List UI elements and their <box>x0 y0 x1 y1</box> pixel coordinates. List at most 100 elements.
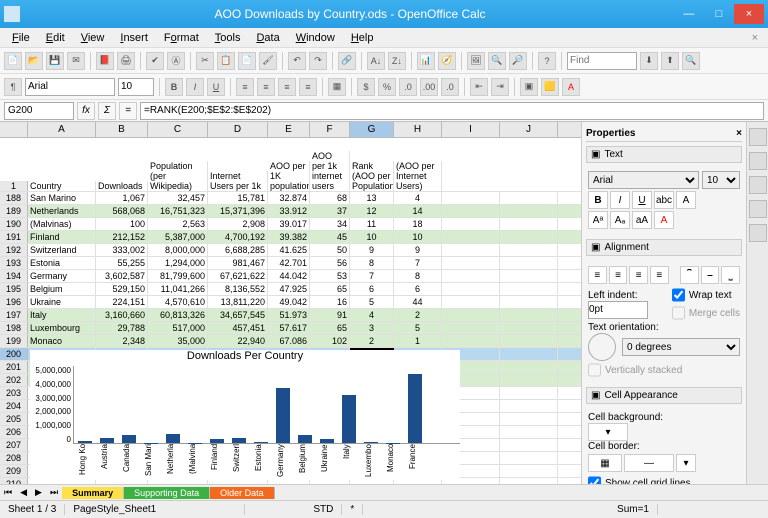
cell-C192[interactable]: 8,000,000 <box>148 244 208 256</box>
cell-G189[interactable]: 12 <box>350 205 394 217</box>
cell-E191[interactable]: 39.382 <box>268 231 310 243</box>
cell-E188[interactable]: 32.874 <box>268 192 310 204</box>
cell-A196[interactable]: Ukraine <box>28 296 96 308</box>
row-header-193[interactable]: 193 <box>0 257 28 269</box>
sum-icon[interactable]: Σ <box>98 102 116 120</box>
cell-B188[interactable]: 1,067 <box>96 192 148 204</box>
cell-B196[interactable]: 224,151 <box>96 296 148 308</box>
panel-strike[interactable]: abc <box>654 191 674 209</box>
tab-nav-first[interactable]: ⏮ <box>0 487 16 498</box>
tab-nav-prev[interactable]: ◀ <box>16 487 31 498</box>
cell-F199[interactable]: 102 <box>310 335 350 347</box>
borders-icon[interactable]: ▣ <box>520 78 538 96</box>
minimize-button[interactable]: — <box>674 4 704 24</box>
panel-case[interactable]: aA <box>632 211 652 229</box>
col-header-B[interactable]: B <box>96 122 148 137</box>
panel-align-left[interactable]: ≡ <box>588 266 607 284</box>
row-header-201[interactable]: 201 <box>0 361 28 373</box>
cell-D198[interactable]: 457,451 <box>208 322 268 334</box>
cell-B199[interactable]: 2,348 <box>96 335 148 347</box>
link-icon[interactable]: 🔗 <box>338 52 356 70</box>
cell-C196[interactable]: 4,570,610 <box>148 296 208 308</box>
cell-J208[interactable] <box>500 452 558 464</box>
cell-D190[interactable]: 2,908 <box>208 218 268 230</box>
row-header-190[interactable]: 190 <box>0 218 28 230</box>
panel-valign-bot[interactable]: ⎵ <box>721 266 740 284</box>
cell-E193[interactable]: 42.701 <box>268 257 310 269</box>
col-header-E[interactable]: E <box>268 122 310 137</box>
cell-D199[interactable]: 22,940 <box>208 335 268 347</box>
spellcheck-icon[interactable]: ✔ <box>146 52 164 70</box>
col-header-C[interactable]: C <box>148 122 208 137</box>
tab-nav-last[interactable]: ⏭ <box>46 487 62 498</box>
cell-I191[interactable] <box>442 231 500 243</box>
col-header-D[interactable]: D <box>208 122 268 137</box>
cell-E198[interactable]: 57.617 <box>268 322 310 334</box>
cell-D194[interactable]: 67,621,622 <box>208 270 268 282</box>
menu-close-doc[interactable]: × <box>746 32 764 44</box>
datasource-icon[interactable]: 🔍 <box>488 52 506 70</box>
function-wizard-icon[interactable]: fx <box>77 102 95 120</box>
cell-E190[interactable]: 39.017 <box>268 218 310 230</box>
cell-H193[interactable]: 7 <box>394 257 442 269</box>
cell-B191[interactable]: 212,152 <box>96 231 148 243</box>
cell-I196[interactable] <box>442 296 500 308</box>
cell-H191[interactable]: 10 <box>394 231 442 243</box>
col-header-I[interactable]: I <box>442 122 500 137</box>
panel-align-right[interactable]: ≡ <box>629 266 648 284</box>
open-icon[interactable]: 📂 <box>25 52 43 70</box>
cell-C194[interactable]: 81,799,600 <box>148 270 208 282</box>
bgcolor-picker[interactable]: ▾ <box>588 423 628 441</box>
cell-C193[interactable]: 1,294,000 <box>148 257 208 269</box>
bgcolor-icon[interactable]: 🟨 <box>541 78 559 96</box>
tab-nav-next[interactable]: ▶ <box>31 487 46 498</box>
cell-J202[interactable] <box>500 374 558 386</box>
cell-G199[interactable]: 2 <box>350 335 394 347</box>
menu-file[interactable]: File <box>4 30 38 46</box>
cell-E196[interactable]: 49.042 <box>268 296 310 308</box>
cell-G194[interactable]: 7 <box>350 270 394 282</box>
cell-J198[interactable] <box>500 322 558 334</box>
row-header-203[interactable]: 203 <box>0 387 28 399</box>
cell-A195[interactable]: Belgium <box>28 283 96 295</box>
cell-B192[interactable]: 333,002 <box>96 244 148 256</box>
cell-F188[interactable]: 68 <box>310 192 350 204</box>
cell-J197[interactable] <box>500 309 558 321</box>
cell-A198[interactable]: Luxembourg <box>28 322 96 334</box>
row-header-204[interactable]: 204 <box>0 400 28 412</box>
find-all-icon[interactable]: 🔍 <box>682 52 700 70</box>
panel-size-select[interactable]: 10 <box>702 171 740 189</box>
cell-J189[interactable] <box>500 205 558 217</box>
cell-J194[interactable] <box>500 270 558 282</box>
cell-E189[interactable]: 33.912 <box>268 205 310 217</box>
cell-A194[interactable]: Germany <box>28 270 96 282</box>
cell-H190[interactable]: 18 <box>394 218 442 230</box>
align-right-icon[interactable]: ≡ <box>278 78 296 96</box>
sort-desc-icon[interactable]: Z↓ <box>388 52 406 70</box>
row-header-196[interactable]: 196 <box>0 296 28 308</box>
equals-icon[interactable]: = <box>119 102 137 120</box>
styles-icon[interactable]: ¶ <box>4 78 22 96</box>
autocheck-icon[interactable]: Ⓐ <box>167 52 185 70</box>
cell-D188[interactable]: 15,781 <box>208 192 268 204</box>
alignment-section-header[interactable]: ▣ Alignment <box>586 239 742 256</box>
row-header-192[interactable]: 192 <box>0 244 28 256</box>
sidebar-navigator-icon[interactable] <box>749 200 767 218</box>
cell-I199[interactable] <box>442 335 500 347</box>
cell-D196[interactable]: 13,811,220 <box>208 296 268 308</box>
menu-window[interactable]: Window <box>288 30 343 46</box>
menu-insert[interactable]: Insert <box>112 30 156 46</box>
cell-E194[interactable]: 44.042 <box>268 270 310 282</box>
cell-F196[interactable]: 16 <box>310 296 350 308</box>
cell-C195[interactable]: 11,041,266 <box>148 283 208 295</box>
cell-A199[interactable]: Monaco <box>28 335 96 347</box>
align-left-icon[interactable]: ≡ <box>236 78 254 96</box>
cell-G192[interactable]: 9 <box>350 244 394 256</box>
orientation-select[interactable]: 0 degrees <box>622 338 740 356</box>
cell-B190[interactable]: 100 <box>96 218 148 230</box>
cell-H192[interactable]: 9 <box>394 244 442 256</box>
row-header-202[interactable]: 202 <box>0 374 28 386</box>
save-icon[interactable]: 💾 <box>46 52 64 70</box>
cell-H198[interactable]: 5 <box>394 322 442 334</box>
sidebar-gallery-icon[interactable] <box>749 176 767 194</box>
